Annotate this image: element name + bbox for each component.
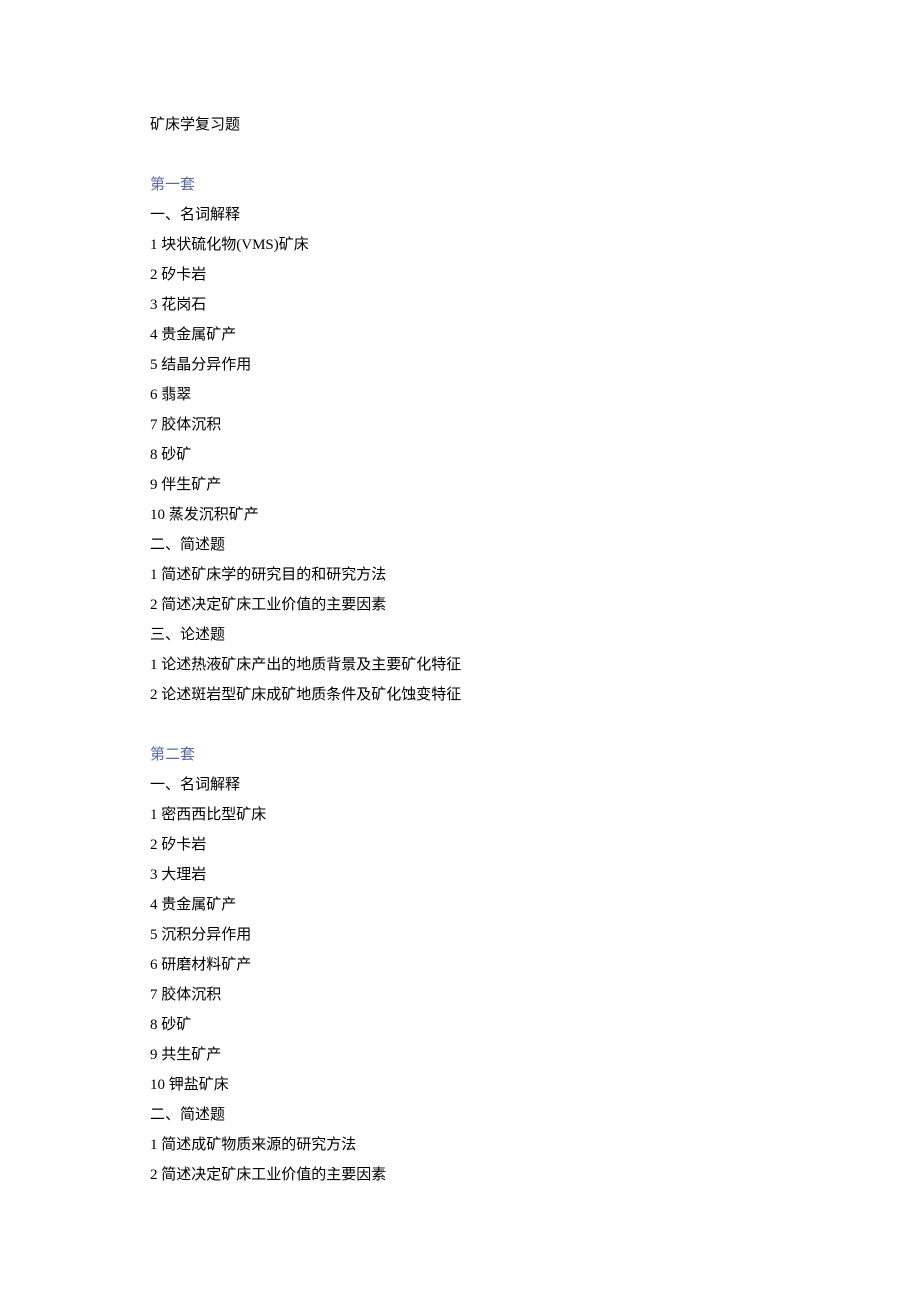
list-item: 2 论述斑岩型矿床成矿地质条件及矿化蚀变特征 xyxy=(150,680,770,710)
part-heading: 二、简述题 xyxy=(150,530,770,560)
document-title: 矿床学复习题 xyxy=(150,110,770,140)
part-heading: 一、名词解释 xyxy=(150,200,770,230)
list-item: 10 钾盐矿床 xyxy=(150,1070,770,1100)
set-header: 第一套 xyxy=(150,170,770,200)
list-item: 8 砂矿 xyxy=(150,1010,770,1040)
list-item: 6 翡翠 xyxy=(150,380,770,410)
list-item: 5 结晶分异作用 xyxy=(150,350,770,380)
list-item: 5 沉积分异作用 xyxy=(150,920,770,950)
list-item: 1 简述成矿物质来源的研究方法 xyxy=(150,1130,770,1160)
list-item: 10 蒸发沉积矿产 xyxy=(150,500,770,530)
list-item: 7 胶体沉积 xyxy=(150,980,770,1010)
list-item: 4 贵金属矿产 xyxy=(150,890,770,920)
list-item: 9 伴生矿产 xyxy=(150,470,770,500)
list-item: 1 论述热液矿床产出的地质背景及主要矿化特征 xyxy=(150,650,770,680)
list-item: 2 矽卡岩 xyxy=(150,830,770,860)
part-heading: 一、名词解释 xyxy=(150,770,770,800)
list-item: 9 共生矿产 xyxy=(150,1040,770,1070)
list-item: 7 胶体沉积 xyxy=(150,410,770,440)
list-item: 2 矽卡岩 xyxy=(150,260,770,290)
list-item: 3 大理岩 xyxy=(150,860,770,890)
list-item: 4 贵金属矿产 xyxy=(150,320,770,350)
list-item: 2 简述决定矿床工业价值的主要因素 xyxy=(150,1160,770,1190)
list-item: 1 块状硫化物(VMS)矿床 xyxy=(150,230,770,260)
list-item: 1 简述矿床学的研究目的和研究方法 xyxy=(150,560,770,590)
list-item: 2 简述决定矿床工业价值的主要因素 xyxy=(150,590,770,620)
part-heading: 二、简述题 xyxy=(150,1100,770,1130)
document-page: 矿床学复习题 第一套 一、名词解释 1 块状硫化物(VMS)矿床 2 矽卡岩 3… xyxy=(0,0,920,1250)
list-item: 1 密西西比型矿床 xyxy=(150,800,770,830)
set-header: 第二套 xyxy=(150,740,770,770)
list-item: 6 研磨材料矿产 xyxy=(150,950,770,980)
list-item: 8 砂矿 xyxy=(150,440,770,470)
part-heading: 三、论述题 xyxy=(150,620,770,650)
list-item: 3 花岗石 xyxy=(150,290,770,320)
